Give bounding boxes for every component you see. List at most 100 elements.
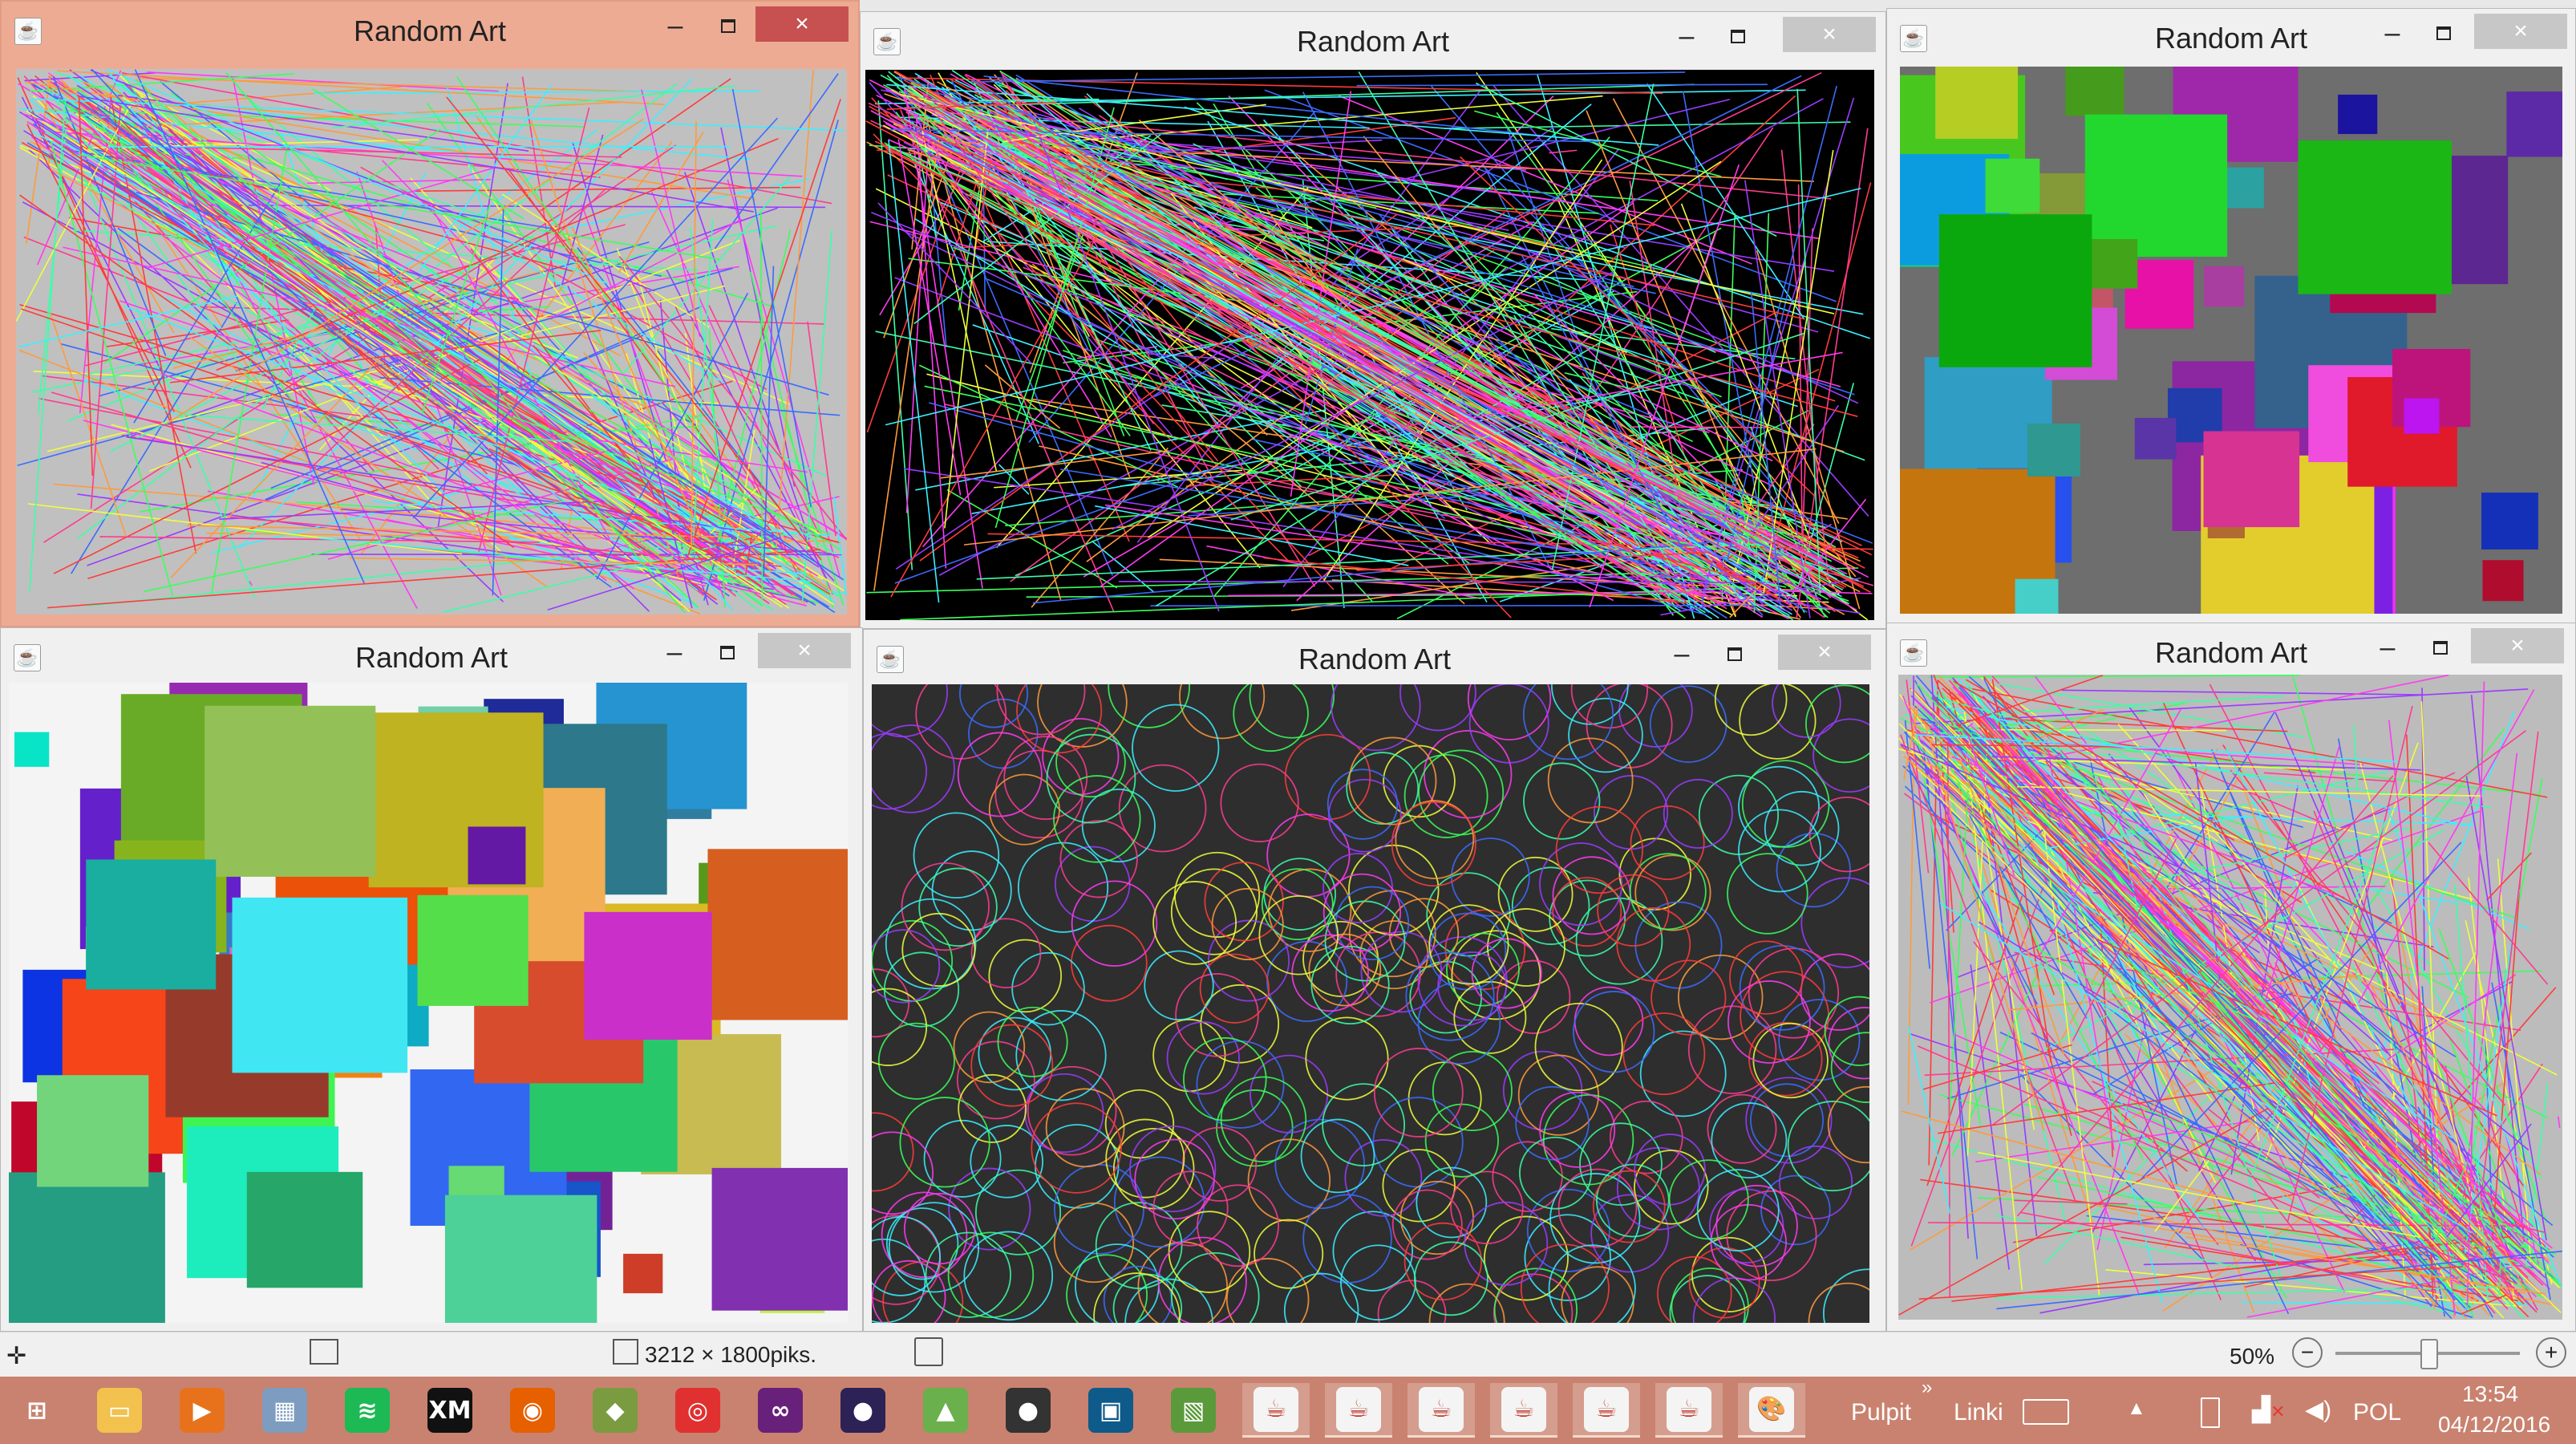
title-bar[interactable]: ☕ Random Art – × bbox=[1887, 9, 2575, 59]
visual-studio-icon[interactable]: ∞ bbox=[747, 1383, 814, 1438]
java-icon[interactable]: ☕ bbox=[1655, 1383, 1723, 1438]
java-icon[interactable]: ☕ bbox=[1242, 1383, 1310, 1438]
random-lines-art bbox=[1898, 675, 2562, 1320]
xm-icon[interactable]: XM bbox=[416, 1383, 484, 1438]
minimize-button[interactable]: – bbox=[2368, 15, 2416, 51]
language-indicator[interactable]: POL bbox=[2353, 1399, 2401, 1426]
keyboard-icon[interactable] bbox=[2023, 1399, 2069, 1425]
image-viewer-icon[interactable]: ▧ bbox=[1160, 1383, 1227, 1438]
maximize-button[interactable] bbox=[2420, 15, 2468, 51]
art-circle bbox=[1573, 991, 1655, 1073]
media-player-icon[interactable]: ▶ bbox=[168, 1383, 236, 1438]
art-circle bbox=[1634, 854, 1711, 931]
close-button[interactable]: × bbox=[1778, 635, 1871, 670]
file-explorer-icon[interactable]: ▭ bbox=[86, 1383, 153, 1438]
zoom-slider-thumb[interactable] bbox=[2420, 1339, 2438, 1369]
art-circle bbox=[1451, 838, 1530, 917]
art-line bbox=[314, 90, 759, 95]
spotify-icon[interactable]: ≋ bbox=[334, 1383, 401, 1438]
title-bar[interactable]: ☕ Random Art – × bbox=[861, 12, 1885, 62]
random-art-window-2[interactable]: ☕ Random Art – × bbox=[860, 11, 1886, 629]
windows-start-icon[interactable]: ⊞ bbox=[3, 1383, 71, 1438]
art-line bbox=[909, 85, 1857, 611]
art-line bbox=[1907, 1025, 1951, 1214]
art-line bbox=[902, 82, 983, 589]
art-circle bbox=[1740, 971, 1829, 1061]
battery-icon[interactable] bbox=[2201, 1397, 2220, 1428]
minimize-button[interactable]: – bbox=[1663, 18, 1711, 54]
zoom-out-button[interactable]: − bbox=[2292, 1337, 2323, 1368]
random-art-window-5[interactable]: ☕ Random Art – × bbox=[863, 629, 1886, 1332]
art-rectangle bbox=[1985, 158, 2040, 213]
kinect-app-icon[interactable]: ▣ bbox=[1077, 1383, 1144, 1438]
eclipse-icon[interactable]: ● bbox=[829, 1383, 897, 1438]
title-bar[interactable]: ☕ Random Art – × bbox=[1, 628, 862, 678]
java-icon[interactable]: ☕ bbox=[1407, 1383, 1475, 1438]
art-rectangle bbox=[2027, 424, 2080, 477]
java-icon[interactable]: ☕ bbox=[1573, 1383, 1640, 1438]
random-art-window-1[interactable]: ☕ Random Art – × bbox=[0, 0, 860, 627]
art-canvas bbox=[865, 70, 1874, 620]
art-line bbox=[874, 89, 1806, 105]
art-circle bbox=[872, 1131, 934, 1215]
toolbar-chevron[interactable]: » bbox=[1922, 1377, 1932, 1399]
maximize-button[interactable] bbox=[2416, 630, 2465, 665]
title-bar[interactable]: ☕ Random Art – × bbox=[1887, 623, 2575, 673]
firefox-icon[interactable]: ◉ bbox=[499, 1383, 566, 1438]
art-circle bbox=[953, 1011, 1026, 1084]
java-glyph: ☕ bbox=[1667, 1386, 1711, 1432]
close-button[interactable]: × bbox=[2471, 628, 2564, 663]
art-circle bbox=[1247, 1138, 1331, 1222]
java-glyph: ☕ bbox=[1584, 1386, 1629, 1432]
title-bar[interactable]: ☕ Random Art – × bbox=[864, 630, 1885, 679]
maximize-button[interactable] bbox=[1711, 636, 1759, 671]
art-line bbox=[720, 127, 796, 487]
art-rectangle bbox=[2338, 95, 2378, 135]
art-rectangle bbox=[205, 705, 376, 877]
links-toolbar[interactable]: Linki bbox=[1954, 1399, 2003, 1426]
minecraft-icon[interactable]: ◆ bbox=[581, 1383, 649, 1438]
art-circle bbox=[1053, 775, 1141, 863]
java-icon[interactable]: ☕ bbox=[1490, 1383, 1557, 1438]
paint-icon[interactable]: 🎨 bbox=[1738, 1383, 1805, 1438]
clock-time[interactable]: 13:54 bbox=[2462, 1381, 2518, 1407]
firefox-glyph: ◉ bbox=[510, 1388, 555, 1433]
title-bar[interactable]: ☕ Random Art – × bbox=[2, 2, 858, 51]
github-icon[interactable]: ● bbox=[994, 1383, 1062, 1438]
maximize-button[interactable] bbox=[703, 635, 751, 670]
art-circle bbox=[1417, 981, 1501, 1065]
zoom-in-button[interactable]: + bbox=[2536, 1337, 2566, 1368]
art-circle bbox=[1152, 881, 1237, 965]
minimize-button[interactable]: – bbox=[650, 635, 699, 670]
camera-app-icon[interactable]: ◎ bbox=[664, 1383, 731, 1438]
maximize-button[interactable] bbox=[704, 8, 752, 43]
art-circle bbox=[1134, 1138, 1215, 1220]
minimize-button[interactable]: – bbox=[1658, 636, 1706, 671]
minimize-button[interactable]: – bbox=[651, 8, 699, 43]
android-studio-icon[interactable]: ▲ bbox=[912, 1383, 979, 1438]
minimize-button[interactable]: – bbox=[2363, 630, 2412, 665]
cursor-position-icon: ✛ bbox=[6, 1343, 27, 1369]
art-circle bbox=[1346, 752, 1420, 825]
close-button[interactable]: × bbox=[755, 6, 849, 42]
close-button[interactable]: × bbox=[758, 633, 851, 668]
art-circle bbox=[1017, 842, 1109, 933]
random-art-window-3[interactable]: ☕ Random Art – × bbox=[1886, 8, 2576, 626]
random-art-window-4[interactable]: ☕ Random Art – × bbox=[0, 627, 863, 1332]
random-art-window-6[interactable]: ☕ Random Art – × bbox=[1886, 623, 2576, 1332]
file-explorer-glyph: ▭ bbox=[97, 1388, 142, 1433]
art-rectangle bbox=[623, 1253, 663, 1294]
calculator-icon[interactable]: ▦ bbox=[251, 1383, 318, 1438]
art-circle bbox=[1663, 778, 1733, 849]
desktop-toolbar[interactable]: Pulpit bbox=[1851, 1399, 1911, 1426]
art-circle bbox=[1550, 684, 1629, 725]
close-button[interactable]: × bbox=[2474, 14, 2567, 49]
image-viewer-glyph: ▧ bbox=[1171, 1388, 1216, 1433]
volume-icon[interactable]: ◀) bbox=[2305, 1396, 2331, 1424]
maximize-button[interactable] bbox=[1714, 18, 1762, 54]
show-hidden-icons-chevron[interactable]: ▲ bbox=[2127, 1397, 2146, 1420]
close-button[interactable]: × bbox=[1783, 17, 1876, 52]
java-icon[interactable]: ☕ bbox=[1325, 1383, 1392, 1438]
network-disconnected-icon[interactable]: ▟✕ bbox=[2252, 1396, 2286, 1424]
clock-date[interactable]: 04/12/2016 bbox=[2438, 1412, 2550, 1438]
